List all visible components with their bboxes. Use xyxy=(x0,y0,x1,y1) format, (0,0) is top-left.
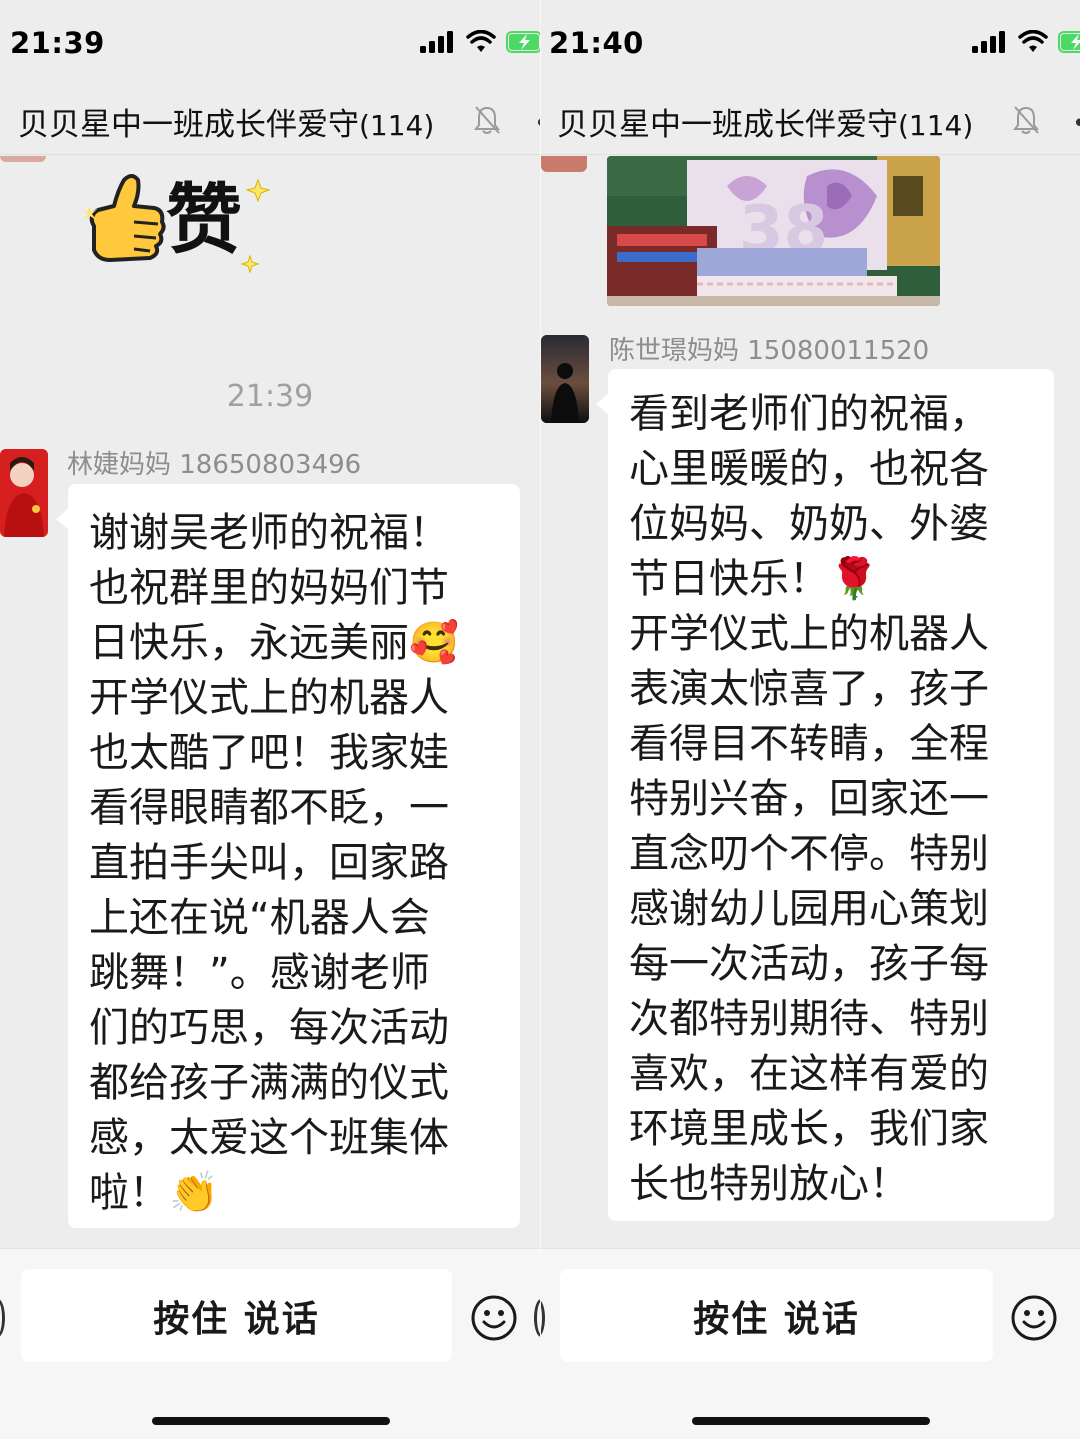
voice-toggle-icon[interactable] xyxy=(541,1299,545,1337)
message-list: 赞 21:39 林婕妈妈 18650803496 谢谢吴老师的祝福！ 也祝群里的… xyxy=(0,156,540,1248)
group-title[interactable]: 贝贝星中一班成长伴爱守(114) xyxy=(18,99,434,144)
input-bar: 按住 说话 xyxy=(541,1248,1080,1439)
avatar-image xyxy=(541,335,589,423)
wifi-icon xyxy=(1018,30,1048,52)
right-chat-screen: 21:40 贝贝星中一班成长伴爱守(114) 38 陈世璟妈妈 15080011… xyxy=(541,0,1080,1439)
avatar[interactable] xyxy=(541,335,589,423)
input-bar: 按住 说话 xyxy=(0,1248,540,1439)
emoji-icon[interactable] xyxy=(470,1294,518,1342)
mute-bell-icon xyxy=(474,106,500,134)
hold-to-talk-button[interactable]: 按住 说话 xyxy=(560,1269,993,1362)
message-text: 看到老师们的祝福， 心里暖暖的，也祝各 位妈妈、奶奶、外婆 节日快乐！🌹 开学仪… xyxy=(629,391,989,1207)
message-bubble[interactable]: 谢谢吴老师的祝福！ 也祝群里的妈妈们节 日快乐，永远美丽🥰 开学仪式上的机器人 … xyxy=(56,484,520,1228)
member-count: (114) xyxy=(898,109,974,142)
status-bar: 21:40 xyxy=(541,0,1080,85)
previous-avatar-edge xyxy=(0,156,46,162)
message-text: 谢谢吴老师的祝福！ 也祝群里的妈妈们节 日快乐，永远美丽🥰 开学仪式上的机器人 … xyxy=(89,510,459,1216)
avatar[interactable] xyxy=(0,449,48,537)
status-icons xyxy=(972,30,1080,54)
thumbs-up-sticker: 赞 xyxy=(82,174,271,274)
left-chat-screen: 21:39 贝贝星中一班成长伴爱守(114) 赞 21:39 林婕妈妈 1865… xyxy=(0,0,540,1439)
sender-name: 陈世璟妈妈 15080011520 xyxy=(609,336,930,366)
bubble-tail xyxy=(56,508,69,530)
message-list: 38 陈世璟妈妈 15080011520 看到老师们的祝福， 心里暖暖的，也祝各… xyxy=(541,156,1080,1248)
signal-icon xyxy=(972,31,1005,53)
more-dot[interactable]: • xyxy=(1072,109,1080,139)
chat-header: 贝贝星中一班成长伴爱守(114) • xyxy=(541,85,1080,155)
emoji-icon[interactable] xyxy=(1010,1294,1058,1342)
home-indicator[interactable] xyxy=(692,1417,930,1425)
event-photo-image: 38 xyxy=(607,156,940,306)
status-time: 21:39 xyxy=(10,26,105,60)
status-bar: 21:39 xyxy=(0,0,540,85)
signal-icon xyxy=(420,31,453,53)
status-icons xyxy=(420,30,540,54)
battery-charging-icon xyxy=(1058,31,1080,53)
battery-charging-icon xyxy=(506,31,540,53)
group-title[interactable]: 贝贝星中一班成长伴爱守(114) xyxy=(557,99,973,144)
group-name: 贝贝星中一班成长伴爱守 xyxy=(18,107,359,143)
message-bubble[interactable]: 看到老师们的祝福， 心里暖暖的，也祝各 位妈妈、奶奶、外婆 节日快乐！🌹 开学仪… xyxy=(596,369,1054,1221)
member-count: (114) xyxy=(359,109,435,142)
avatar-image xyxy=(0,449,48,537)
previous-avatar-edge xyxy=(541,156,587,172)
chat-header: 贝贝星中一班成长伴爱守(114) • xyxy=(0,85,540,155)
mute-bell-icon xyxy=(1013,106,1039,134)
sticker-text: 赞 xyxy=(166,175,242,264)
home-indicator[interactable] xyxy=(152,1417,390,1425)
status-time: 21:40 xyxy=(549,26,644,60)
group-name: 贝贝星中一班成长伴爱守 xyxy=(557,107,898,143)
voice-toggle-icon[interactable] xyxy=(0,1299,5,1337)
hold-to-talk-button[interactable]: 按住 说话 xyxy=(21,1269,452,1362)
sender-name: 林婕妈妈 18650803496 xyxy=(67,450,362,480)
event-photo[interactable]: 38 xyxy=(607,156,940,306)
bubble-tail xyxy=(596,393,609,415)
message-timestamp: 21:39 xyxy=(226,379,314,414)
wifi-icon xyxy=(466,30,496,52)
